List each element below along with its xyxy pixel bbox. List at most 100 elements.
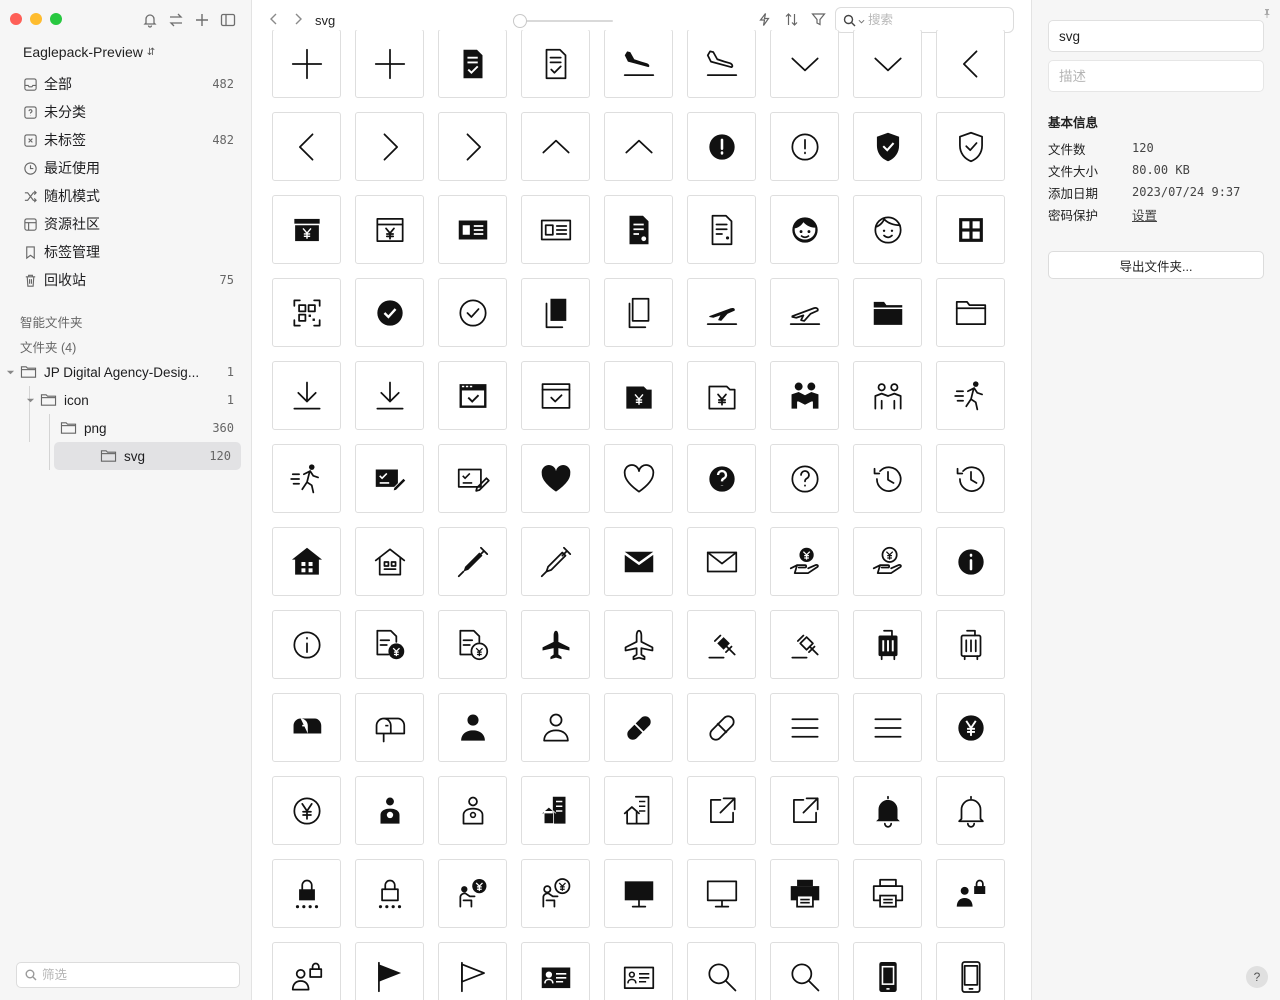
sidebar-item-community[interactable]: 资源社区	[16, 210, 242, 238]
icon-tile[interactable]	[853, 278, 922, 347]
pin-icon[interactable]	[1262, 6, 1272, 21]
chevron-down-icon[interactable]	[858, 13, 866, 28]
sidebar-item-recent[interactable]: 最近使用	[16, 154, 242, 182]
icon-tile[interactable]	[853, 693, 922, 762]
icon-tile[interactable]	[604, 859, 673, 928]
icon-tile[interactable]	[853, 527, 922, 596]
icon-tile[interactable]	[936, 527, 1005, 596]
icon-tile[interactable]	[687, 942, 756, 1000]
sidebar-item-tags[interactable]: 标签管理	[16, 238, 242, 266]
icon-tile[interactable]	[438, 112, 507, 181]
icon-tile[interactable]	[355, 859, 424, 928]
icon-tile[interactable]	[272, 112, 341, 181]
icon-tile[interactable]	[272, 195, 341, 264]
name-field[interactable]: svg	[1048, 20, 1264, 52]
icon-tile[interactable]	[355, 278, 424, 347]
icon-tile[interactable]	[770, 361, 839, 430]
icon-tile[interactable]	[355, 610, 424, 679]
icon-tile[interactable]	[604, 112, 673, 181]
icon-tile[interactable]	[521, 610, 590, 679]
icon-tile[interactable]	[853, 610, 922, 679]
folder-svg[interactable]: svg 120	[54, 442, 241, 470]
filter-input[interactable]	[42, 968, 222, 982]
folders-title[interactable]: 文件夹 (4)	[20, 337, 76, 356]
icon-tile[interactable]	[521, 278, 590, 347]
icon-tile[interactable]	[936, 361, 1005, 430]
icon-tile[interactable]	[687, 444, 756, 513]
icon-tile[interactable]	[438, 610, 507, 679]
smart-folders-title[interactable]: 智能文件夹	[20, 312, 83, 331]
icon-tile[interactable]	[355, 361, 424, 430]
sidebar-item-random[interactable]: 随机模式	[16, 182, 242, 210]
icon-tile[interactable]	[438, 776, 507, 845]
icon-tile[interactable]	[687, 361, 756, 430]
folder-png[interactable]: png 360	[4, 414, 244, 442]
icon-tile[interactable]	[853, 361, 922, 430]
sort-icon[interactable]	[784, 12, 799, 30]
icon-tile[interactable]	[770, 30, 839, 98]
icon-tile[interactable]	[853, 776, 922, 845]
icon-tile[interactable]	[936, 278, 1005, 347]
icon-tile[interactable]	[604, 942, 673, 1000]
icon-tile[interactable]	[936, 112, 1005, 181]
icon-tile[interactable]	[272, 776, 341, 845]
icon-tile[interactable]	[355, 693, 424, 762]
icon-tile[interactable]	[272, 693, 341, 762]
icon-tile[interactable]	[521, 527, 590, 596]
icon-tile[interactable]	[355, 112, 424, 181]
icon-tile[interactable]	[853, 444, 922, 513]
slider-knob[interactable]	[513, 14, 527, 28]
sidebar-item-uncategorized[interactable]: 未分类	[16, 98, 242, 126]
icon-tile[interactable]	[687, 195, 756, 264]
icon-tile[interactable]	[853, 30, 922, 98]
icon-tile[interactable]	[355, 527, 424, 596]
icon-tile[interactable]	[438, 942, 507, 1000]
icon-tile[interactable]	[687, 693, 756, 762]
icon-tile[interactable]	[438, 693, 507, 762]
icon-tile[interactable]	[438, 30, 507, 98]
icon-tile[interactable]	[770, 278, 839, 347]
icon-tile[interactable]	[355, 30, 424, 98]
icon-tile[interactable]	[687, 859, 756, 928]
icon-tile[interactable]	[687, 112, 756, 181]
icon-tile[interactable]	[604, 776, 673, 845]
icon-tile[interactable]	[936, 859, 1005, 928]
icon-tile[interactable]	[438, 859, 507, 928]
icon-tile[interactable]	[355, 195, 424, 264]
icon-tile[interactable]	[604, 278, 673, 347]
icon-tile[interactable]	[936, 444, 1005, 513]
close-window-button[interactable]	[10, 13, 22, 25]
icon-tile[interactable]	[521, 444, 590, 513]
chevron-down-icon[interactable]	[24, 396, 36, 405]
plus-icon[interactable]	[194, 11, 210, 29]
forward-icon[interactable]	[291, 12, 305, 29]
icon-tile[interactable]	[438, 361, 507, 430]
icon-tile[interactable]	[687, 610, 756, 679]
icon-tile[interactable]	[853, 112, 922, 181]
search-input[interactable]	[868, 13, 1008, 27]
icon-tile[interactable]	[272, 610, 341, 679]
icon-tile[interactable]	[770, 776, 839, 845]
icon-tile[interactable]	[770, 942, 839, 1000]
password-setup-link[interactable]: 设置	[1132, 205, 1157, 224]
icon-tile[interactable]	[272, 527, 341, 596]
icon-tile[interactable]	[936, 693, 1005, 762]
icon-tile[interactable]	[521, 112, 590, 181]
icon-tile[interactable]	[604, 30, 673, 98]
icon-tile[interactable]	[853, 859, 922, 928]
folder-icon-dir[interactable]: icon 1	[4, 386, 244, 414]
icon-tile[interactable]	[687, 776, 756, 845]
icon-tile[interactable]	[355, 942, 424, 1000]
icon-tile[interactable]	[604, 444, 673, 513]
sidebar-item-all[interactable]: 全部 482	[16, 70, 242, 98]
icon-tile[interactable]	[438, 444, 507, 513]
icon-tile[interactable]	[272, 859, 341, 928]
icon-tile[interactable]	[687, 30, 756, 98]
icon-tile[interactable]	[604, 195, 673, 264]
description-field[interactable]	[1059, 68, 1253, 84]
icon-tile[interactable]	[687, 527, 756, 596]
sidebar-toggle-icon[interactable]	[220, 11, 236, 29]
chevron-down-icon[interactable]	[4, 368, 16, 377]
icon-tile[interactable]	[355, 776, 424, 845]
folder-jp-digital[interactable]: JP Digital Agency-Desig... 1	[4, 358, 244, 386]
